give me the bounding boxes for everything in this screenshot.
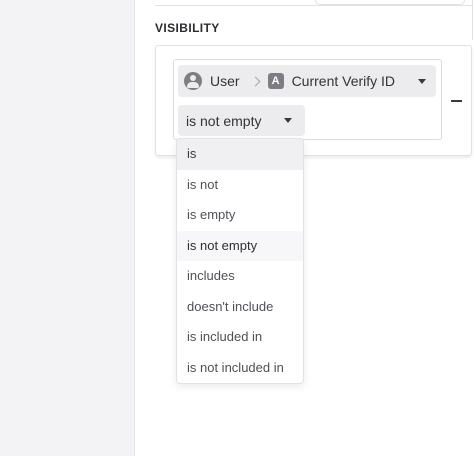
- previous-card-edge: [315, 0, 465, 5]
- left-pane: [0, 0, 135, 456]
- dropdown-option[interactable]: doesn't include: [177, 292, 303, 323]
- divider: [472, 0, 473, 40]
- path-root-label: User: [210, 73, 240, 89]
- dropdown-option[interactable]: is empty: [177, 200, 303, 231]
- field-name-label: Current Verify ID: [291, 73, 396, 89]
- operator-dropdown-menu: is is not is empty is not empty includes does…: [176, 138, 304, 384]
- operator-select[interactable]: is not empty: [178, 105, 305, 136]
- condition-row: User A Current Verify ID is not empty: [173, 59, 442, 140]
- section-title: VISIBILITY: [155, 21, 220, 35]
- text-type-icon: A: [267, 73, 284, 89]
- dropdown-option[interactable]: includes: [177, 261, 303, 292]
- chevron-right-icon: [250, 76, 261, 86]
- caret-down-icon: [284, 118, 292, 123]
- dropdown-option[interactable]: is not: [177, 170, 303, 201]
- dropdown-option[interactable]: is: [177, 139, 303, 170]
- dropdown-option[interactable]: is not empty: [177, 230, 303, 261]
- operator-value: is not empty: [186, 112, 262, 129]
- caret-down-icon: [418, 79, 426, 84]
- remove-condition-icon[interactable]: [451, 100, 462, 102]
- app-window: VISIBILITY User A Current Verify ID is n…: [0, 0, 474, 456]
- user-icon: [184, 72, 202, 90]
- dropdown-option[interactable]: is included in: [177, 322, 303, 353]
- field-path-selector[interactable]: User A Current Verify ID: [178, 65, 436, 97]
- dropdown-option[interactable]: is not included in: [177, 353, 303, 384]
